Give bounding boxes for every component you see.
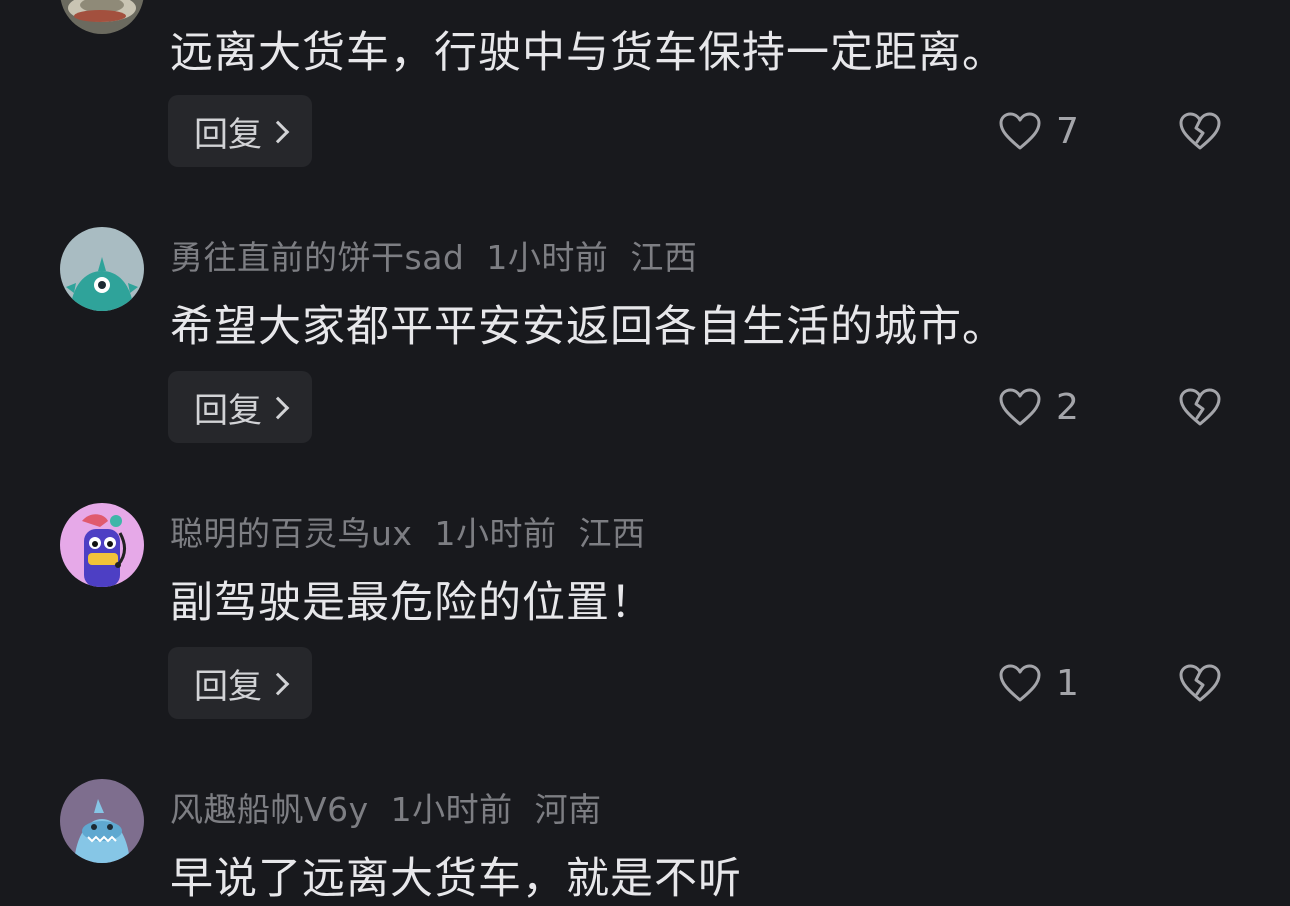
comment-meta: 勇往直前的饼干sad 1小时前 江西 — [170, 231, 719, 279]
teacup-photo-avatar-icon — [60, 0, 144, 34]
like-button[interactable]: 7 — [998, 109, 1079, 153]
comment-meta: 风趣船帆V6y 1小时前 河南 — [170, 783, 624, 831]
chevron-right-icon — [266, 120, 290, 144]
heart-icon — [999, 664, 1041, 702]
chevron-right-icon — [266, 672, 290, 696]
comment-time: 1小时前 — [486, 238, 609, 277]
reply-button[interactable]: 回复 — [168, 95, 312, 167]
comment-text: 早说了远离大货车，就是不听 — [170, 854, 742, 904]
author-name[interactable]: 勇往直前的饼干sad — [170, 238, 464, 277]
comment-meta: 聪明的百灵鸟ux 1小时前 江西 — [170, 507, 667, 555]
heart-icon — [999, 388, 1041, 426]
comment-text: 希望大家都平平安安返回各自生活的城市。 — [170, 302, 1006, 352]
author-name[interactable]: 风趣船帆V6y — [170, 790, 369, 829]
comment-list: 远离大货车，行驶中与货车保持一定距离。 回复 7 勇往直前的饼干sad 1小时前… — [0, 0, 1290, 906]
avatar[interactable] — [60, 0, 144, 34]
blue-shark-avatar-icon — [60, 779, 144, 863]
comment-text: 远离大货车，行驶中与货车保持一定距离。 — [170, 28, 1006, 78]
like-button[interactable]: 2 — [998, 385, 1079, 429]
heart-icon — [999, 112, 1041, 150]
purple-bird-avatar-icon — [60, 503, 144, 587]
broken-heart-icon[interactable] — [1178, 387, 1222, 427]
like-button[interactable]: 1 — [998, 661, 1079, 705]
chevron-right-icon — [266, 396, 290, 420]
comment-location: 江西 — [578, 514, 646, 553]
comment-location: 河南 — [534, 790, 602, 829]
teal-monster-avatar-icon — [60, 227, 144, 311]
avatar[interactable] — [60, 227, 144, 311]
comment-location: 江西 — [630, 238, 698, 277]
reply-label: 回复 — [194, 114, 262, 155]
comment-text: 副驾驶是最危险的位置！ — [170, 578, 654, 628]
avatar[interactable] — [60, 503, 144, 587]
comment-time: 1小时前 — [390, 790, 513, 829]
reply-label: 回复 — [194, 666, 262, 707]
reply-button[interactable]: 回复 — [168, 371, 312, 443]
like-count: 1 — [1056, 662, 1079, 704]
broken-heart-icon[interactable] — [1178, 111, 1222, 151]
author-name[interactable]: 聪明的百灵鸟ux — [170, 514, 412, 553]
reply-button[interactable]: 回复 — [168, 647, 312, 719]
comment-time: 1小时前 — [434, 514, 557, 553]
reply-label: 回复 — [194, 390, 262, 431]
like-count: 7 — [1056, 110, 1079, 152]
like-count: 2 — [1056, 386, 1079, 428]
broken-heart-icon[interactable] — [1178, 663, 1222, 703]
avatar[interactable] — [60, 779, 144, 863]
